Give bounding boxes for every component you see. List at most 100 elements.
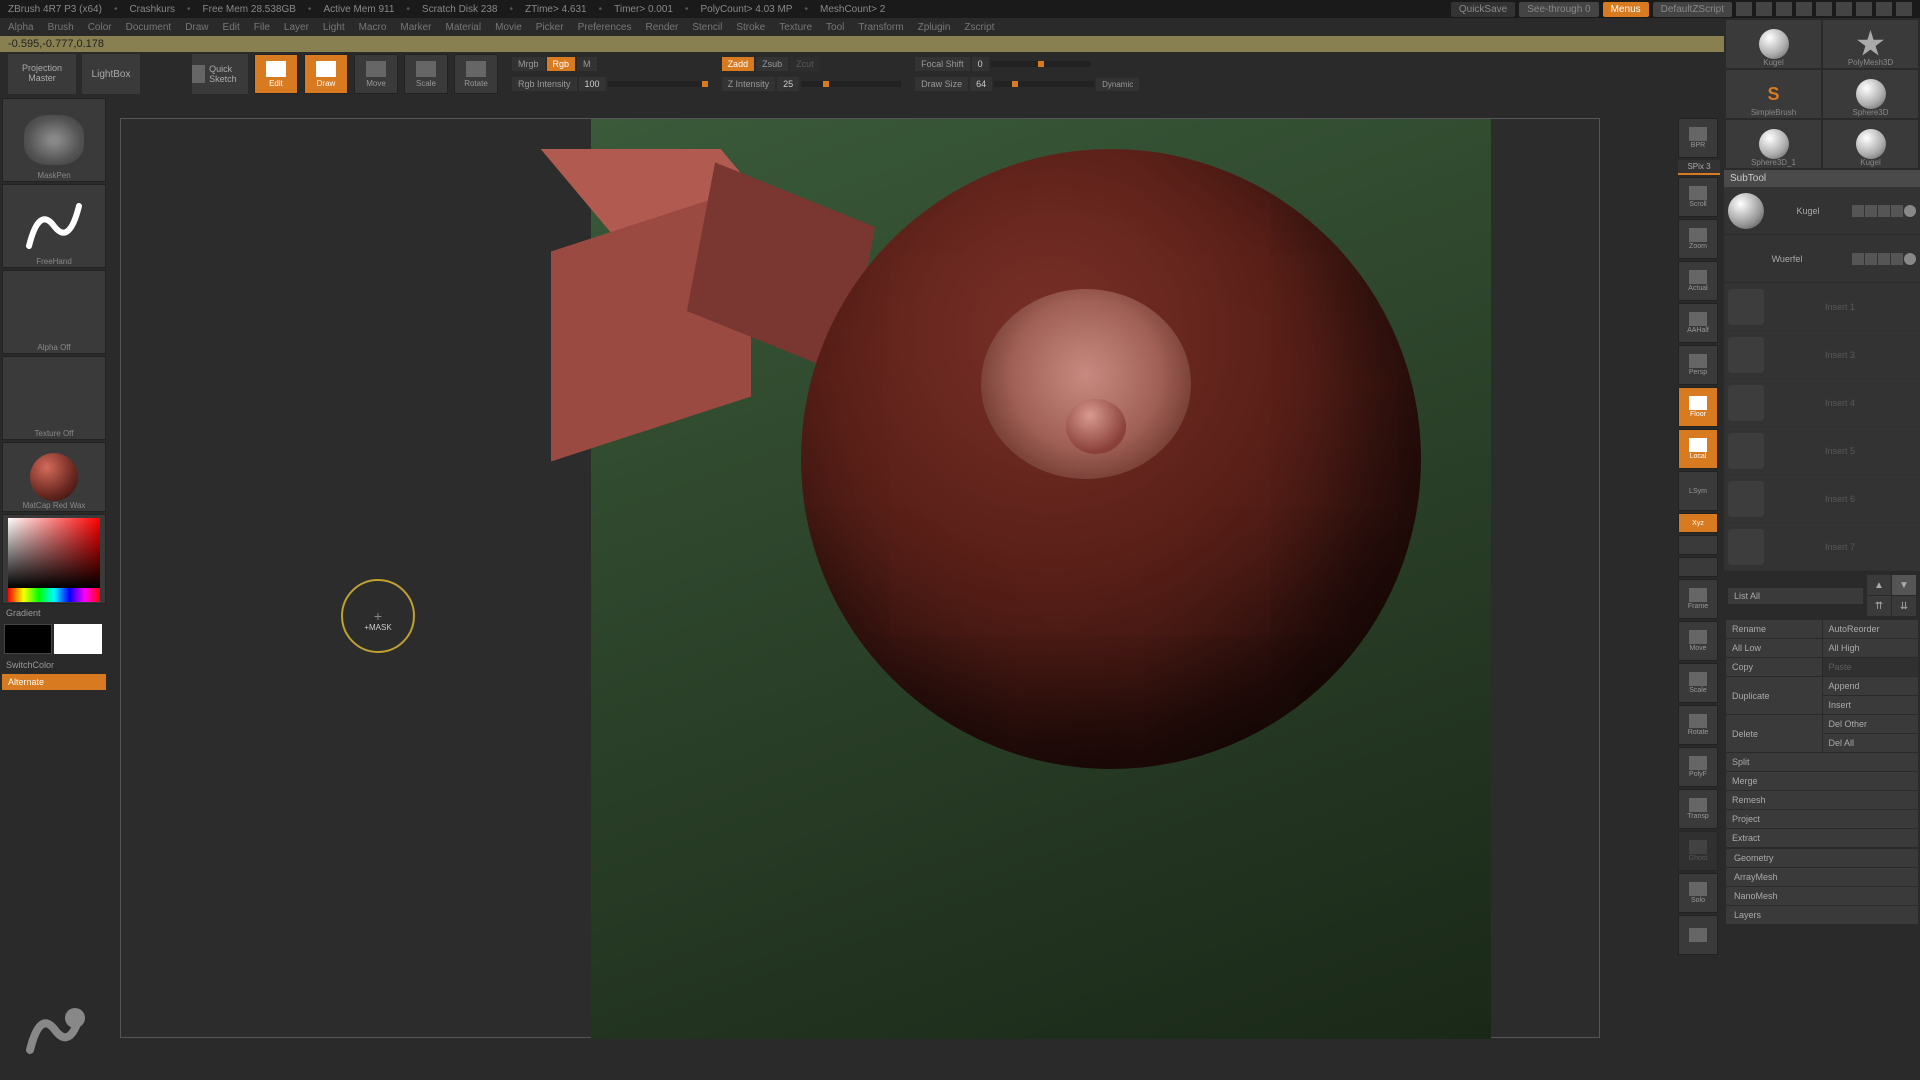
- zoom-button[interactable]: Zoom: [1678, 219, 1718, 259]
- menu-texture[interactable]: Texture: [779, 22, 812, 33]
- draw-mode-button[interactable]: Draw: [304, 54, 348, 94]
- menu-macro[interactable]: Macro: [359, 22, 387, 33]
- menu-draw[interactable]: Draw: [185, 22, 208, 33]
- duplicate-button[interactable]: Duplicate: [1726, 677, 1822, 714]
- maximize-icon[interactable]: [1876, 2, 1892, 16]
- subtool-row[interactable]: Wuerfel: [1724, 235, 1920, 283]
- seethrough-slider[interactable]: See-through 0: [1519, 2, 1598, 17]
- remesh-button[interactable]: Remesh: [1726, 791, 1918, 809]
- home-icon[interactable]: [1796, 2, 1812, 16]
- menus-button[interactable]: Menus: [1603, 2, 1649, 17]
- transp-button[interactable]: Transp: [1678, 789, 1718, 829]
- zcut-button[interactable]: Zcut: [790, 57, 820, 71]
- texture-selector[interactable]: Texture Off: [2, 356, 106, 440]
- subtool-row[interactable]: Insert 4: [1724, 379, 1920, 427]
- extra-button[interactable]: [1678, 915, 1718, 955]
- brush-selector[interactable]: MaskPen: [2, 98, 106, 182]
- saturation-value-area[interactable]: [8, 518, 100, 588]
- layout-icon[interactable]: [1776, 2, 1792, 16]
- subtool-row[interactable]: Insert 3: [1724, 331, 1920, 379]
- material-selector[interactable]: MatCap Red Wax: [2, 442, 106, 512]
- rgb-button[interactable]: Rgb: [547, 57, 576, 71]
- menu-layer[interactable]: Layer: [284, 22, 309, 33]
- actual-button[interactable]: Actual: [1678, 261, 1718, 301]
- section-layers[interactable]: Layers: [1726, 906, 1918, 924]
- zsub-button[interactable]: Zsub: [756, 57, 788, 71]
- all-low-button[interactable]: All Low: [1726, 639, 1822, 657]
- tool-item[interactable]: Sphere3D_1: [1726, 120, 1821, 168]
- primary-color-swatch[interactable]: [54, 624, 102, 654]
- floor-button[interactable]: Floor: [1678, 387, 1718, 427]
- dynamic-button[interactable]: Dynamic: [1096, 78, 1139, 91]
- subtool-row[interactable]: Insert 7: [1724, 523, 1920, 571]
- axis-button[interactable]: [1678, 557, 1718, 577]
- solo-button[interactable]: Solo: [1678, 873, 1718, 913]
- edit-mode-button[interactable]: Edit: [254, 54, 298, 94]
- minimize-icon[interactable]: [1856, 2, 1872, 16]
- menu-brush[interactable]: Brush: [48, 22, 74, 33]
- gradient-label[interactable]: Gradient: [2, 606, 106, 620]
- menu-tool[interactable]: Tool: [826, 22, 844, 33]
- move-mode-button[interactable]: Move: [354, 54, 398, 94]
- del-other-button[interactable]: Del Other: [1823, 715, 1919, 733]
- extract-button[interactable]: Extract: [1726, 829, 1918, 847]
- del-all-button[interactable]: Del All: [1823, 734, 1919, 752]
- rotate-mode-button[interactable]: Rotate: [454, 54, 498, 94]
- focal-shift-slider[interactable]: [991, 61, 1091, 67]
- menu-material[interactable]: Material: [446, 22, 482, 33]
- scroll-button[interactable]: Scroll: [1678, 177, 1718, 217]
- tool-item[interactable]: Sphere3D: [1823, 70, 1918, 118]
- subtool-header[interactable]: SubTool: [1724, 170, 1920, 187]
- move-top-button[interactable]: ⇈: [1867, 596, 1891, 616]
- menu-alpha[interactable]: Alpha: [8, 22, 34, 33]
- menu-render[interactable]: Render: [646, 22, 679, 33]
- section-nanomesh[interactable]: NanoMesh: [1726, 887, 1918, 905]
- draw-size-slider[interactable]: [994, 81, 1094, 87]
- default-zscript-button[interactable]: DefaultZScript: [1653, 2, 1732, 17]
- split-button[interactable]: Split: [1726, 753, 1918, 771]
- tool-item[interactable]: PolyMesh3D: [1823, 20, 1918, 68]
- z-intensity-slider[interactable]: [801, 81, 901, 87]
- menu-picker[interactable]: Picker: [536, 22, 564, 33]
- persp-button[interactable]: Persp: [1678, 345, 1718, 385]
- move-view-button[interactable]: Move: [1678, 621, 1718, 661]
- menu-edit[interactable]: Edit: [223, 22, 240, 33]
- axis-button[interactable]: [1678, 535, 1718, 555]
- all-high-button[interactable]: All High: [1823, 639, 1919, 657]
- menu-color[interactable]: Color: [88, 22, 112, 33]
- stroke-selector[interactable]: FreeHand: [2, 184, 106, 268]
- section-arraymesh[interactable]: ArrayMesh: [1726, 868, 1918, 886]
- tool-item[interactable]: Kugel: [1726, 20, 1821, 68]
- tool-item[interactable]: Kugel: [1823, 120, 1918, 168]
- insert-button[interactable]: Insert: [1823, 696, 1919, 714]
- zadd-button[interactable]: Zadd: [722, 57, 755, 71]
- subtool-row[interactable]: Insert 6: [1724, 475, 1920, 523]
- scale-view-button[interactable]: Scale: [1678, 663, 1718, 703]
- scale-mode-button[interactable]: Scale: [404, 54, 448, 94]
- lsym-button[interactable]: LSym: [1678, 471, 1718, 511]
- move-bottom-button[interactable]: ⇊: [1892, 596, 1916, 616]
- lightbox-button[interactable]: LightBox: [82, 54, 140, 94]
- quick-sketch-button[interactable]: Quick Sketch: [192, 54, 248, 94]
- alternate-button[interactable]: Alternate: [2, 674, 106, 690]
- menu-zscript[interactable]: Zscript: [964, 22, 994, 33]
- quicksave-button[interactable]: QuickSave: [1451, 2, 1515, 17]
- subtool-row[interactable]: Insert 5: [1724, 427, 1920, 475]
- list-all-button[interactable]: List All: [1728, 588, 1863, 604]
- hue-slider[interactable]: [8, 588, 100, 602]
- close-icon[interactable]: [1896, 2, 1912, 16]
- menu-marker[interactable]: Marker: [400, 22, 431, 33]
- subtool-row[interactable]: Insert 1: [1724, 283, 1920, 331]
- load-icon[interactable]: [1836, 2, 1852, 16]
- menu-preferences[interactable]: Preferences: [578, 22, 632, 33]
- xyz-button[interactable]: Xyz: [1678, 513, 1718, 533]
- spix-slider[interactable]: SPix 3: [1678, 160, 1720, 175]
- secondary-color-swatch[interactable]: [4, 624, 52, 654]
- z-intensity-value[interactable]: 25: [777, 77, 799, 91]
- merge-button[interactable]: Merge: [1726, 772, 1918, 790]
- layout-icon[interactable]: [1736, 2, 1752, 16]
- local-button[interactable]: Local: [1678, 429, 1718, 469]
- project-button[interactable]: Project: [1726, 810, 1918, 828]
- copy-button[interactable]: Copy: [1726, 658, 1822, 676]
- menu-transform[interactable]: Transform: [858, 22, 903, 33]
